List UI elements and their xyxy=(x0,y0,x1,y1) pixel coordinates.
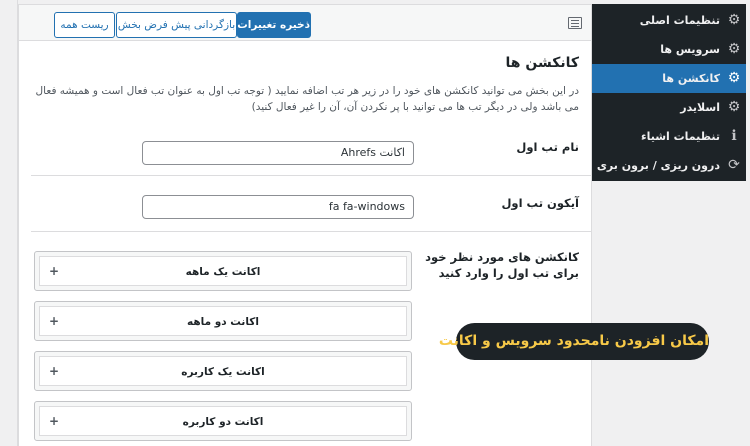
accordion-title: اکانت دو ماهه xyxy=(186,316,260,328)
accordion-item[interactable]: + اکانت دو ماهه xyxy=(34,301,412,341)
sidebar-item-services[interactable]: ⚙ سرویس ها xyxy=(592,35,746,64)
accordion-header[interactable]: + اکانت یک ماهه xyxy=(39,256,407,286)
sidebar-item-label: درون ریزی / برون بری xyxy=(596,159,720,172)
tab-icon-label: آیکون تب اول xyxy=(501,196,579,210)
refresh-icon: ⟳ xyxy=(728,157,740,173)
gear-icon: ⚙ xyxy=(727,99,741,115)
accordion-header[interactable]: + اکانت دو ماهه xyxy=(39,306,407,336)
gear-icon: ⚙ xyxy=(727,41,741,57)
section-title: کانکشن ها xyxy=(505,55,579,71)
sidebar-item-main-settings[interactable]: ⚙ تنظیمات اصلی xyxy=(592,6,746,35)
right-gutter xyxy=(746,4,750,446)
accordion-header[interactable]: + اکانت دو کاربره xyxy=(39,406,407,436)
gear-icon: ⚙ xyxy=(727,12,741,28)
tab-icon-input[interactable]: fa fa-windows xyxy=(142,195,414,219)
options-page: ریست همه بازگردانی پیش فرض بخش ذخیره تغی… xyxy=(0,0,750,446)
sidebar-item-slider[interactable]: ⚙ اسلایدر xyxy=(592,93,746,122)
sidebar-item-label: کانکشن ها xyxy=(662,72,720,85)
sidebar-item-connections[interactable]: ⚙ کانکشن ها xyxy=(592,64,746,93)
left-gutter xyxy=(0,0,18,446)
accordion-title: اکانت دو کاربره xyxy=(182,416,264,428)
save-button[interactable]: ذخیره تغییرات xyxy=(237,12,311,38)
gear-icon: ⚙ xyxy=(727,70,741,86)
divider xyxy=(31,231,591,232)
top-toolbar: ریست همه بازگردانی پیش فرض بخش ذخیره تغی… xyxy=(19,5,591,41)
sidebar-item-import-export[interactable]: ⟳ درون ریزی / برون بری xyxy=(592,151,746,180)
accordion-item[interactable]: + اکانت یک ماهه xyxy=(34,251,412,291)
sidebar-item-label: تنظیمات اشیاء xyxy=(640,130,720,143)
accordion-header[interactable]: + اکانت یک کاربره xyxy=(39,356,407,386)
restore-default-button[interactable]: بازگردانی پیش فرض بخش xyxy=(116,12,237,38)
reset-all-button[interactable]: ریست همه xyxy=(54,12,115,38)
layout-toggle-icon[interactable] xyxy=(568,17,582,29)
sidebar-item-label: اسلایدر xyxy=(680,101,720,114)
sidebar-item-label: تنظیمات اصلی xyxy=(639,14,720,27)
tab-name-label: نام تب اول xyxy=(516,140,579,154)
sidebar-item-label: سرویس ها xyxy=(660,43,720,56)
tab-name-input[interactable]: اکانت Ahrefs xyxy=(142,141,414,165)
info-icon: ℹ xyxy=(731,128,737,144)
options-sidebar: ⚙ تنظیمات اصلی ⚙ سرویس ها ⚙ کانکشن ها ⚙ … xyxy=(592,4,746,181)
divider xyxy=(31,175,591,176)
main-panel: ریست همه بازگردانی پیش فرض بخش ذخیره تغی… xyxy=(18,4,592,446)
sidebar-item-object-settings[interactable]: ℹ تنظیمات اشیاء xyxy=(592,122,746,151)
connections-label: کانکشن های مورد نظر خود برای تب اول را و… xyxy=(425,250,579,280)
section-description: در این بخش می توانید کانکشن های خود را د… xyxy=(35,85,579,113)
accordion-item[interactable]: + اکانت یک کاربره xyxy=(34,351,412,391)
promo-callout: امکان افزودن نامحدود سرویس و اکانت xyxy=(439,323,709,360)
accordion-title: اکانت یک کاربره xyxy=(181,366,265,378)
accordion-title: اکانت یک ماهه xyxy=(185,266,261,278)
accordion-item[interactable]: + اکانت دو کاربره xyxy=(34,401,412,441)
